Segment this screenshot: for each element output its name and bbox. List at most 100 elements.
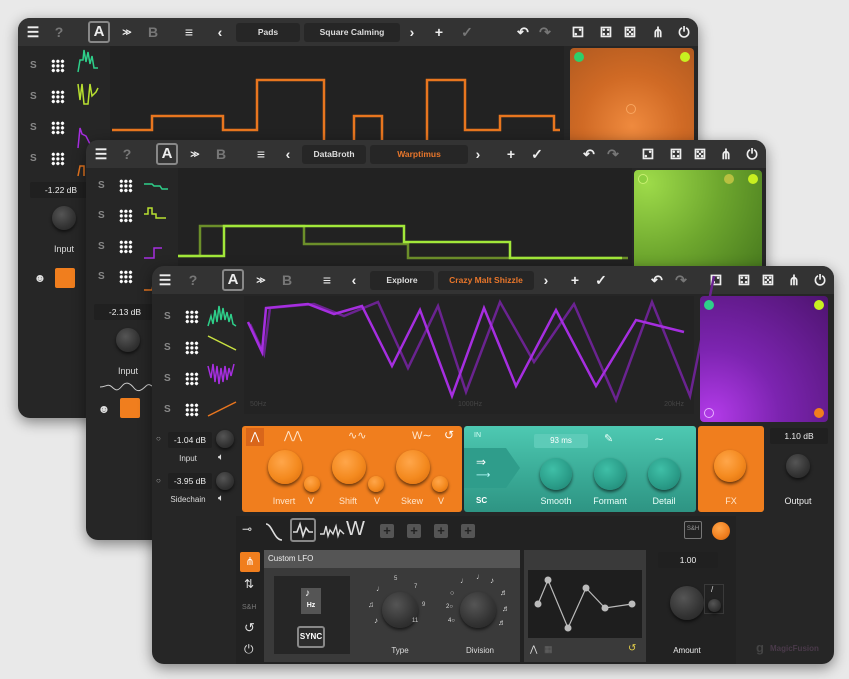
output-gain-value[interactable]: 1.10 dB (770, 428, 828, 444)
invert-knob[interactable] (268, 450, 302, 484)
side-sh-label[interactable]: S&H (242, 604, 256, 611)
skew-mod-knob[interactable] (432, 476, 448, 492)
route-icon[interactable]: ⊸ (242, 522, 252, 536)
sync-button[interactable]: SYNC (297, 626, 325, 648)
xy-pad[interactable] (700, 296, 828, 422)
grid-icon[interactable] (119, 209, 133, 223)
lfo-node[interactable] (601, 604, 609, 612)
solo-button[interactable]: S (164, 311, 171, 322)
lfo-node[interactable] (544, 576, 552, 584)
preset-category[interactable]: Pads (236, 23, 300, 42)
menu-icon[interactable]: ☰ (24, 22, 42, 42)
detail-knob[interactable] (648, 458, 680, 490)
amount-mod-knob[interactable] (708, 599, 721, 612)
ab-b-button[interactable]: B (212, 144, 230, 164)
custom-lfo-tab[interactable] (290, 518, 316, 542)
speaker-icon[interactable]: 🔈︎ (218, 493, 224, 504)
grid-icon[interactable] (185, 341, 199, 355)
hz-button[interactable]: ♪ Hz (301, 588, 321, 614)
preset-name[interactable]: Square Calming Twizzle (304, 23, 400, 56)
grid-icon[interactable] (51, 90, 65, 104)
undo-icon[interactable]: ↶ (514, 22, 532, 42)
next-preset-button[interactable]: › (472, 144, 484, 164)
speaker-icon[interactable]: 🔈︎ (218, 452, 224, 463)
solo-button[interactable]: S (164, 342, 171, 353)
mask-icon[interactable]: ☻ (96, 402, 112, 416)
help-icon[interactable]: ? (118, 144, 136, 164)
add-modulator-button[interactable]: + (461, 524, 475, 538)
solo-button[interactable]: S (30, 153, 37, 164)
spikes-shape-icon[interactable] (320, 522, 345, 542)
lfo-node[interactable] (582, 584, 590, 592)
amount-value[interactable]: 1.00 (658, 552, 718, 568)
drum-button[interactable] (120, 398, 140, 418)
envelope-icon[interactable]: ⋀ (246, 428, 264, 446)
division-knob[interactable] (460, 592, 496, 628)
time-value[interactable]: 93 ms (534, 434, 588, 448)
add-modulator-button[interactable]: + (407, 524, 421, 538)
invert-caret[interactable]: V (304, 496, 318, 506)
menu-icon[interactable]: ☰ (156, 270, 174, 290)
solo-button[interactable]: S (98, 271, 105, 282)
redo-icon[interactable]: ↷ (536, 22, 554, 42)
input-gain-value[interactable]: -2.13 dB (94, 304, 156, 320)
lfo-node[interactable] (628, 600, 636, 608)
amount-knob[interactable] (670, 586, 704, 620)
lfo-shape-canvas[interactable] (528, 570, 642, 638)
prev-preset-button[interactable]: ‹ (282, 144, 294, 164)
modulation-target-button[interactable]: ⋔ (240, 552, 260, 572)
reset-icon[interactable]: ↺ (444, 428, 454, 442)
sidechain-gain-knob[interactable] (216, 472, 234, 490)
solo-button[interactable]: S (98, 210, 105, 221)
confirm-preset-icon[interactable]: ✓ (456, 22, 478, 42)
preset-list-icon[interactable]: ≡ (250, 144, 272, 164)
output-knob[interactable] (786, 454, 810, 478)
grid-icon[interactable] (119, 240, 133, 254)
fx-knob[interactable] (714, 450, 746, 482)
reset-icon[interactable]: ↺ (628, 643, 636, 654)
sidechain-link-icon[interactable]: ○ (156, 476, 161, 485)
solo-button[interactable]: S (30, 122, 37, 133)
copy-a-to-b-icon[interactable]: ≫ (116, 22, 138, 42)
dice-four-icon[interactable]: ⚃ (734, 270, 754, 290)
undo-icon[interactable]: ↶ (580, 144, 598, 164)
confirm-preset-icon[interactable]: ✓ (526, 144, 548, 164)
pad-point-green[interactable] (704, 300, 714, 310)
prev-preset-button[interactable]: ‹ (214, 22, 226, 42)
dice-four-icon[interactable]: ⚃ (666, 144, 686, 164)
solo-button[interactable]: S (164, 404, 171, 415)
dice-multi-icon[interactable]: ⚄ (690, 144, 710, 164)
pad-cursor[interactable] (626, 104, 636, 114)
preset-list-icon[interactable]: ≡ (316, 270, 338, 290)
lfo-node[interactable] (534, 600, 542, 608)
grid-icon[interactable] (185, 372, 199, 386)
save-preset-icon[interactable]: + (428, 22, 450, 42)
modulator-active-dot[interactable] (712, 522, 730, 540)
save-preset-icon[interactable]: + (564, 270, 586, 290)
dice-multi-icon[interactable]: ⚄ (620, 22, 640, 42)
power-icon[interactable]: ⏻ (244, 642, 254, 657)
solo-button[interactable]: S (98, 180, 105, 191)
help-icon[interactable]: ? (50, 22, 68, 42)
copy-a-to-b-icon[interactable]: ≫ (250, 270, 272, 290)
input-gain-value[interactable]: -1.04 dB (168, 432, 212, 448)
solo-button[interactable]: S (30, 91, 37, 102)
reset-icon[interactable]: ↺ (244, 620, 255, 636)
mask-icon[interactable]: ☻ (32, 271, 48, 285)
pad-point[interactable] (638, 174, 648, 184)
input-gain-value[interactable]: -1.22 dB (30, 182, 92, 198)
input-gain-knob[interactable] (52, 206, 76, 230)
grid-icon[interactable] (185, 310, 199, 324)
lfo-node[interactable] (564, 624, 572, 632)
shift-knob[interactable] (332, 450, 366, 484)
pad-point[interactable] (724, 174, 734, 184)
copy-a-to-b-icon[interactable]: ≫ (184, 144, 206, 164)
grid-icon[interactable] (51, 59, 65, 73)
sidechain-gain-value[interactable]: -3.95 dB (168, 473, 212, 489)
pad-point-lime[interactable] (814, 300, 824, 310)
pad-point-hollow[interactable] (704, 408, 714, 418)
pad-point-green[interactable] (574, 52, 584, 62)
power-icon[interactable]: ⏻ (674, 22, 694, 42)
input-link-icon[interactable]: ○ (156, 434, 161, 443)
shift-caret[interactable]: V (370, 496, 384, 506)
